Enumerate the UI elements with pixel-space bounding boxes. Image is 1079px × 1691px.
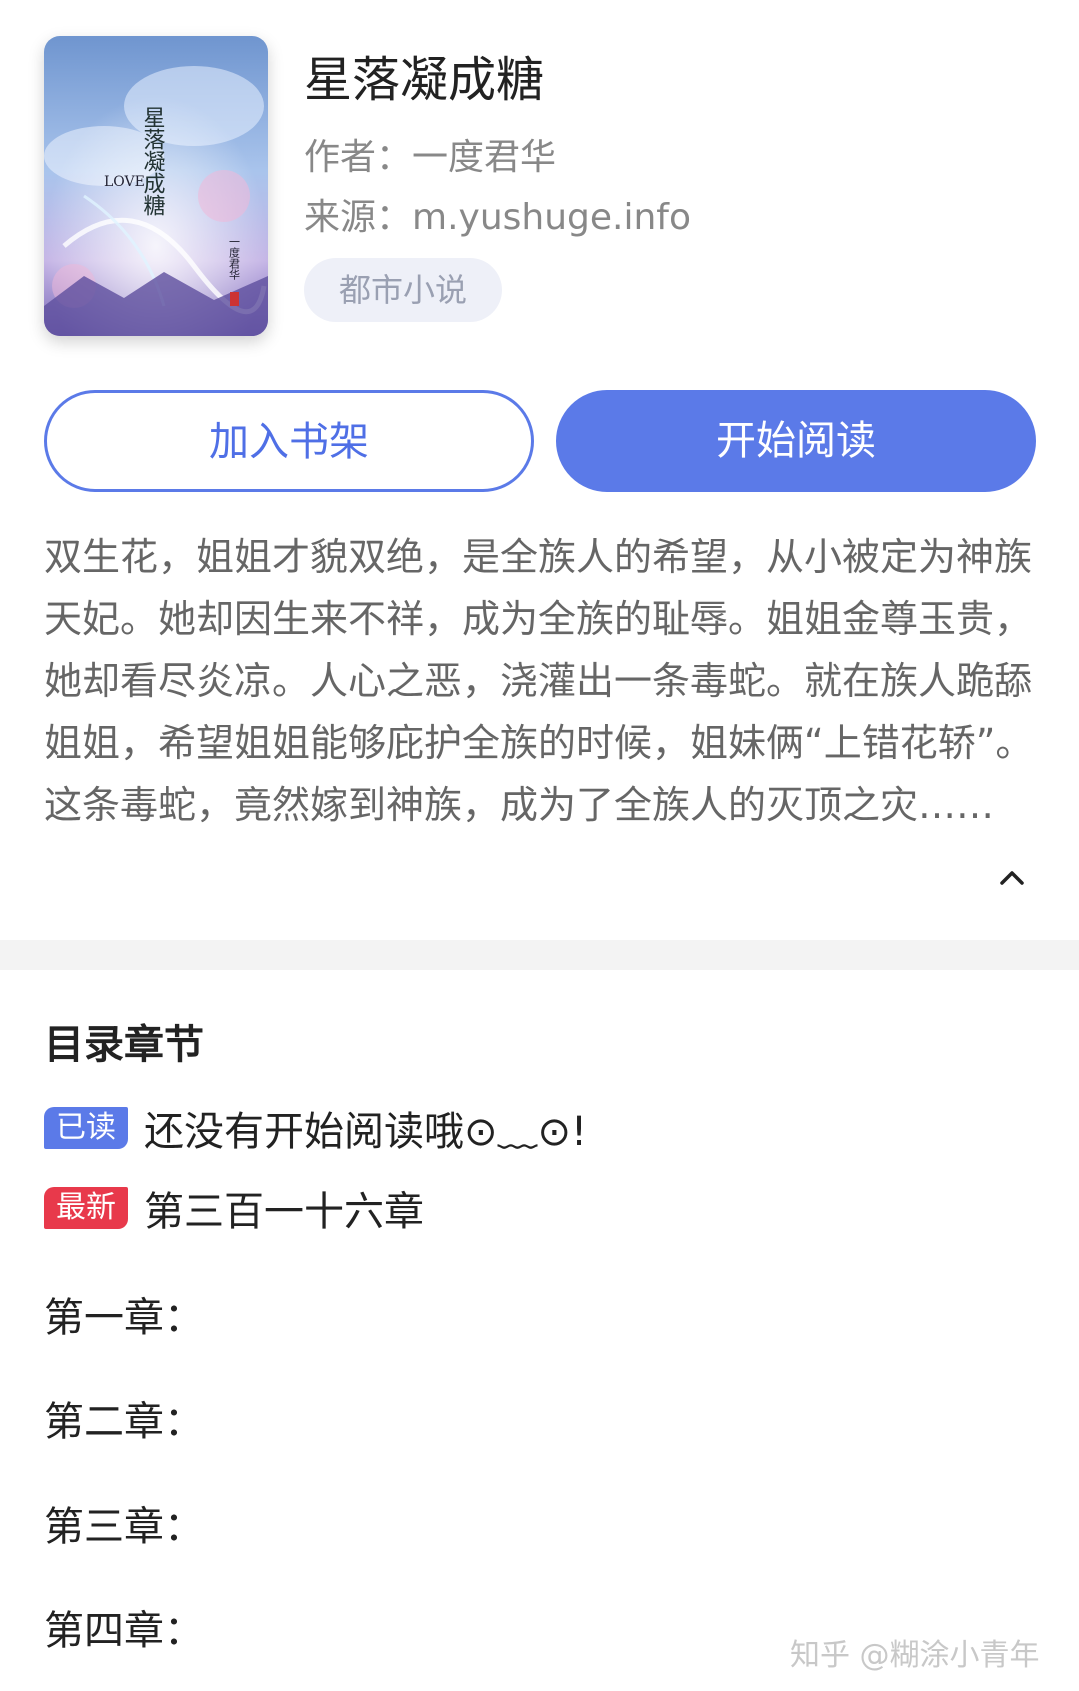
- chevron-up-icon[interactable]: [996, 862, 1028, 894]
- latest-badge: 最新: [44, 1187, 128, 1229]
- cover-seal-stamp: [230, 292, 239, 306]
- latest-chapter-row[interactable]: 最新 第三百一十六章: [44, 1178, 424, 1238]
- start-reading-button[interactable]: 开始阅读: [556, 390, 1036, 492]
- book-source[interactable]: 来源：m.yushuge.info: [304, 188, 691, 240]
- read-progress-row[interactable]: 已读 还没有开始阅读哦⊙﹏⊙!: [44, 1098, 587, 1158]
- cover-english-title: LOVE: [104, 174, 145, 190]
- book-header: 星落凝成糖 LOVE 一度君华 星落凝成糖 作者：一度君华 来源：m.yushu…: [0, 0, 1079, 350]
- latest-chapter-text: 第三百一十六章: [144, 1189, 424, 1235]
- book-author: 作者：一度君华: [304, 137, 557, 178]
- chapter-item[interactable]: 第三章：: [44, 1494, 204, 1552]
- cover-vertical-title: 星落凝成糖: [140, 106, 166, 216]
- book-description: 双生花，姐姐才貌双绝，是全族人的希望，从小被定为神族天妃。她却因生来不祥，成为全…: [44, 535, 1034, 827]
- read-status-text: 还没有开始阅读哦⊙﹏⊙!: [144, 1109, 588, 1155]
- genre-tag[interactable]: 都市小说: [304, 258, 502, 322]
- chapter-item[interactable]: 第二章：: [44, 1389, 204, 1447]
- chapter-item[interactable]: 第一章：: [44, 1285, 204, 1343]
- book-title: 星落凝成糖: [304, 52, 545, 108]
- add-to-shelf-button[interactable]: 加入书架: [44, 390, 534, 492]
- book-cover-image[interactable]: 星落凝成糖 LOVE 一度君华: [44, 36, 268, 336]
- cover-artwork: 星落凝成糖 LOVE 一度君华: [44, 36, 268, 336]
- toc-heading: 目录章节: [44, 1022, 204, 1068]
- chapter-item[interactable]: 第四章：: [44, 1598, 204, 1656]
- cover-vertical-author: 一度君华: [228, 236, 241, 280]
- read-badge: 已读: [44, 1107, 128, 1149]
- watermark-text: 知乎 @糊涂小青年: [790, 1638, 1040, 1673]
- section-divider: [0, 940, 1079, 970]
